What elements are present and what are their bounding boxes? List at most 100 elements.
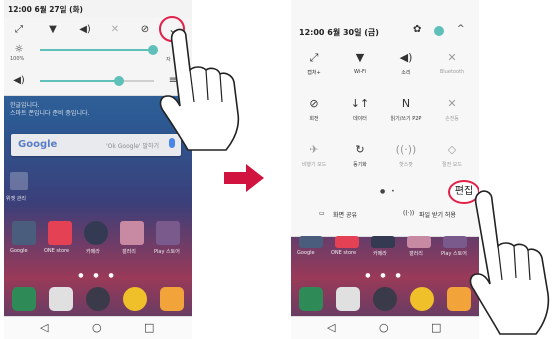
tile-label: 캡처+ (307, 70, 321, 76)
brightness-label: 100% (10, 56, 25, 62)
quick-tile[interactable]: ◇ 절전 모드 (429, 142, 475, 178)
app-row: Google ONE store 카메라 갤러리 Play 스토어 (291, 236, 479, 276)
tile-label: 핫스팟 (399, 162, 413, 168)
back-button[interactable]: ◁ (40, 321, 48, 334)
google-logo: Google (18, 139, 58, 150)
screen-share-icon[interactable]: ▭ (319, 210, 325, 217)
dock (291, 285, 479, 315)
quick-tile[interactable]: ✕ 손전등 (429, 96, 475, 132)
quick-tile[interactable]: N 읽기/쓰기 P2P (383, 96, 429, 132)
tile-icon: ↻ (355, 143, 365, 156)
quick-settings-expanded: 12:00 6월 30일 (금) ✿ ^ ⤢ 캡처+ ▼ Wi-Fi ◀) 소리 ✕ Blue… (291, 0, 479, 237)
back-button[interactable]: ◁ (327, 321, 335, 334)
gear-icon[interactable]: ✿ (413, 24, 421, 35)
navigation-bar: ◁ ○ □ (291, 316, 479, 339)
camera-app-icon[interactable] (371, 236, 395, 248)
apps-drawer-icon[interactable] (373, 287, 397, 311)
contacts-app-icon[interactable] (49, 287, 73, 311)
tile-label: Wi-Fi (354, 69, 366, 75)
home-button[interactable]: ○ (92, 321, 102, 334)
home-button[interactable]: ○ (379, 321, 389, 334)
widget-folder-icon[interactable] (10, 172, 28, 190)
tile-label: 데이터 (353, 116, 367, 122)
app-label: 갤러리 (122, 249, 136, 255)
page-indicator: ● ● ● (78, 272, 118, 279)
pointing-hand-icon (469, 190, 550, 335)
tile-label: 읽기/쓰기 P2P (390, 116, 422, 122)
google-app-icon[interactable] (12, 221, 36, 245)
tile-icon: N (401, 97, 411, 110)
volume-slider[interactable] (40, 76, 154, 86)
quick-tile[interactable]: ((·)) 핫스팟 (383, 142, 429, 178)
status-bar: 12:00 6월 27일 (화) (4, 0, 192, 18)
tile-label: 손전등 (445, 116, 459, 122)
tile-label: 동기화 (353, 162, 367, 168)
file-receive-label[interactable]: 파일 받기 허용 (419, 210, 456, 219)
app-label: ONE store (44, 248, 70, 254)
tile-icon: ((·)) (395, 143, 417, 156)
quick-tile[interactable]: ✈ 비행기 모드 (291, 142, 337, 178)
status-time: 12:00 6월 27일 (화) (8, 5, 83, 14)
gallery-app-icon[interactable] (407, 236, 431, 248)
app-label: Google (297, 250, 315, 256)
quick-tile[interactable]: ↻ 동기화 (337, 142, 383, 178)
recent-apps-button[interactable]: □ (144, 321, 154, 334)
tile-label: 절전 모드 (442, 162, 462, 168)
background-note: 스마트 폰입니다 준비 중입니다. (10, 110, 90, 117)
tile-icon: ▼ (355, 51, 365, 64)
wifi-icon[interactable]: ▼ (46, 22, 60, 36)
tile-label: Bluetooth (439, 69, 465, 75)
header-date: 12:00 6월 30일 (금) (299, 28, 379, 37)
page-indicator: ● • (380, 188, 397, 195)
screen-share-label[interactable]: 화면 공유 (333, 210, 357, 219)
gallery-app-icon[interactable] (120, 221, 144, 245)
tile-icon: ✈ (309, 143, 319, 156)
tile-label: 비행기 모드 (301, 162, 327, 168)
app-label: 카메라 (86, 249, 100, 255)
phone-app-icon[interactable] (299, 287, 323, 311)
quick-tile[interactable]: ▼ Wi-Fi (337, 50, 383, 86)
app-row: Google ONE store 카메라 갤러리 Play 스토어 (4, 221, 192, 261)
quick-tile[interactable]: ↓↑ 데이터 (337, 96, 383, 132)
camera-app-icon[interactable] (84, 221, 108, 245)
quick-tile[interactable]: ✕ Bluetooth (429, 50, 475, 86)
arrow-right-icon (224, 164, 264, 192)
quick-tile[interactable]: ⊘ 회전 (291, 96, 337, 132)
messages-app-icon[interactable] (160, 287, 184, 311)
share-row: ▭ 화면 공유 ((·)) 파일 받기 허용 (291, 208, 479, 224)
tile-icon: ✕ (447, 97, 457, 110)
playstore-app-icon[interactable] (156, 221, 180, 245)
collapse-icon[interactable]: ^ (457, 24, 465, 34)
folder-label: 위젯 관리 (6, 196, 26, 202)
phone-screen-after: 12:00 6월 30일 (금) ✿ ^ ⤢ 캡처+ ▼ Wi-Fi ◀) 소리 ✕ Blue… (291, 0, 479, 339)
apps-drawer-icon[interactable] (86, 287, 110, 311)
quick-tile[interactable]: ◀) 소리 (383, 50, 429, 86)
navigation-bar: ◁ ○ □ (4, 316, 192, 339)
tile-label: 소리 (401, 70, 411, 76)
onestore-app-icon[interactable] (335, 236, 359, 248)
app-label: 카메라 (373, 251, 387, 257)
tile-icon: ⤢ (309, 51, 319, 64)
quick-tile[interactable]: ⤢ 캡처+ (291, 50, 337, 86)
dock (4, 285, 192, 315)
file-receive-icon[interactable]: ((·)) (403, 210, 414, 217)
chrome-app-icon[interactable] (410, 287, 434, 311)
bluetooth-off-icon[interactable]: ✕ (108, 22, 122, 36)
tile-label: 회전 (309, 116, 319, 122)
user-icon[interactable] (434, 26, 444, 36)
contacts-app-icon[interactable] (336, 287, 360, 311)
tile-icon: ◀) (399, 51, 413, 64)
google-app-icon[interactable] (299, 236, 323, 248)
volume-icon: ◀) (13, 74, 25, 86)
phone-app-icon[interactable] (12, 287, 36, 311)
expand-icon[interactable]: ⤢ (12, 22, 26, 36)
chrome-app-icon[interactable] (123, 287, 147, 311)
sound-icon[interactable]: ◀) (78, 22, 92, 36)
app-label: Google (10, 248, 28, 254)
brightness-icon: ☼ (14, 43, 24, 55)
onestore-app-icon[interactable] (48, 221, 72, 245)
brightness-slider[interactable] (40, 45, 158, 55)
recent-apps-button[interactable]: □ (431, 321, 441, 334)
volume-slider-knob[interactable] (114, 76, 124, 86)
tile-icon: ✕ (447, 51, 457, 64)
